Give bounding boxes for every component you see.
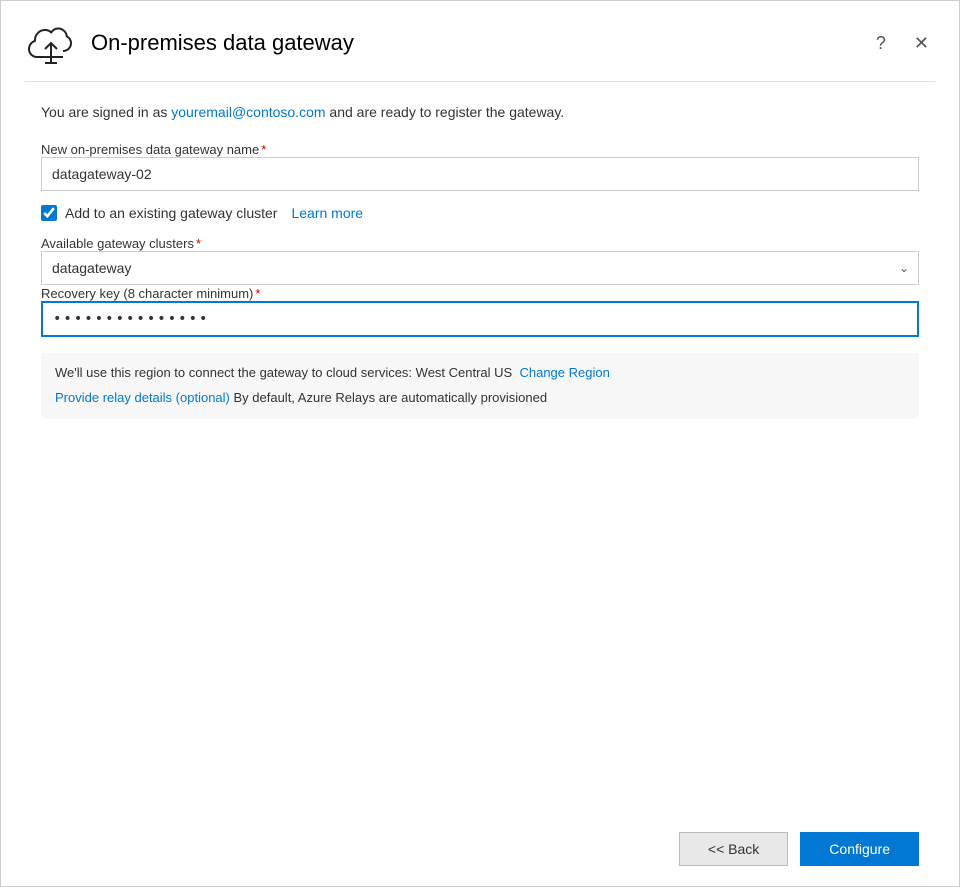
cluster-checkbox[interactable] [41, 205, 57, 221]
cluster-select-wrapper: datagateway datagateway-01 datagateway-0… [41, 251, 919, 285]
title-left: On-premises data gateway [25, 21, 354, 65]
title-bar: On-premises data gateway ? ✕ [1, 1, 959, 81]
gateway-name-input[interactable] [41, 157, 919, 191]
email-link[interactable]: youremail@contoso.com [171, 104, 325, 120]
dialog-title: On-premises data gateway [91, 30, 354, 56]
recovery-key-input[interactable] [41, 301, 919, 337]
content: You are signed in as youremail@contoso.c… [1, 82, 959, 812]
cloud-upload-icon [25, 21, 77, 65]
cluster-select[interactable]: datagateway datagateway-01 datagateway-0… [41, 251, 919, 285]
subtitle-suffix: and are ready to register the gateway. [326, 104, 565, 120]
title-actions: ? ✕ [870, 31, 935, 56]
cluster-label: Available gateway clusters* [41, 236, 201, 251]
back-button[interactable]: << Back [679, 832, 788, 866]
subtitle: You are signed in as youremail@contoso.c… [41, 102, 919, 123]
gateway-name-section: New on-premises data gateway name* [41, 141, 919, 191]
recovery-key-required: * [255, 286, 260, 301]
gateway-name-required: * [261, 142, 266, 157]
learn-more-link[interactable]: Learn more [291, 205, 363, 221]
relay-text: By default, Azure Relays are automatical… [230, 390, 547, 405]
subtitle-prefix: You are signed in as [41, 104, 171, 120]
recovery-key-label: Recovery key (8 character minimum)* [41, 286, 260, 301]
checkbox-row: Add to an existing gateway cluster Learn… [41, 205, 919, 221]
change-region-link[interactable]: Change Region [519, 365, 609, 380]
close-button[interactable]: ✕ [908, 31, 935, 56]
cluster-section: Available gateway clusters* datagateway … [41, 235, 919, 285]
configure-button[interactable]: Configure [800, 832, 919, 866]
checkbox-label: Add to an existing gateway cluster [65, 205, 277, 221]
cluster-required: * [196, 236, 201, 251]
relay-info: Provide relay details (optional) By defa… [55, 388, 905, 409]
region-text: We'll use this region to connect the gat… [55, 365, 512, 380]
relay-link[interactable]: Provide relay details (optional) [55, 390, 230, 405]
help-button[interactable]: ? [870, 31, 892, 56]
dialog: On-premises data gateway ? ✕ You are sig… [0, 0, 960, 887]
gateway-name-label: New on-premises data gateway name* [41, 142, 266, 157]
footer: << Back Configure [1, 812, 959, 886]
recovery-key-section: Recovery key (8 character minimum)* [41, 285, 919, 337]
region-info: We'll use this region to connect the gat… [55, 363, 905, 384]
info-box: We'll use this region to connect the gat… [41, 353, 919, 419]
